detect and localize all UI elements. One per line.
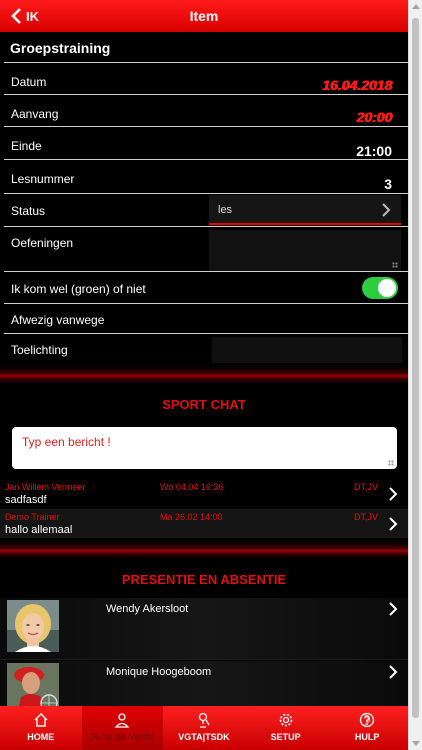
chat-tag: DT,JV (354, 482, 379, 492)
status-value: les (218, 204, 233, 216)
aanvang-value[interactable]: 20:00 (356, 109, 392, 125)
chat-title: SPORT CHAT (162, 397, 246, 412)
page-title: Item (189, 8, 219, 24)
einde-value[interactable]: 21:00 (356, 143, 392, 159)
scrollbar-thumb[interactable] (412, 18, 419, 718)
attendance-label: Ik kom wel (groen) of niet (11, 282, 146, 296)
attendance-row[interactable]: Ik kom wel (groen) of niet (4, 272, 408, 304)
chevron-right-icon (389, 517, 398, 531)
resize-grip[interactable] (392, 262, 398, 268)
chat-tag: DT,JV (354, 512, 379, 522)
chevron-right-icon (389, 602, 398, 616)
einde-label: Einde (11, 139, 42, 153)
avatar (7, 600, 59, 652)
tab-help[interactable]: HULP (326, 706, 408, 750)
chevron-right-icon (382, 203, 391, 217)
einde-row[interactable]: Einde 21:00 (4, 127, 408, 160)
tab-label: HOME (27, 732, 55, 742)
chat-message[interactable]: Demo Trainer Ma 26.02 14:00 DT,JV hallo … (0, 509, 408, 538)
chat-message-box[interactable] (12, 427, 397, 469)
tab-home[interactable]: HOME (0, 706, 82, 750)
chat-author: Jan Willem Vermeer (5, 482, 86, 492)
status-row[interactable]: Status les (4, 194, 408, 227)
afwezig-row[interactable]: Afwezig vanwege (4, 304, 408, 334)
aanvang-label: Aanvang (11, 107, 59, 121)
chat-author: Demo Trainer (5, 512, 60, 522)
gear-icon (279, 713, 292, 727)
resize-grip[interactable] (388, 460, 394, 466)
divider-band (0, 366, 408, 384)
chat-time: Wo 04.04 16:36 (160, 482, 224, 492)
chevron-right-icon (389, 665, 398, 679)
club-icon (198, 712, 210, 728)
tab-profile[interactable]: Nina de Vecht (81, 706, 164, 750)
tab-club[interactable]: VGTA|TSDK (163, 706, 245, 750)
toelichting-row[interactable]: Toelichting (4, 334, 408, 364)
toelichting-input[interactable] (212, 337, 402, 363)
chat-text: sadfasdf (5, 494, 47, 506)
datum-label: Datum (11, 75, 47, 89)
chat-time: Ma 26.02 14:00 (160, 512, 223, 522)
lesnummer-row[interactable]: Lesnummer 3 (4, 160, 408, 194)
chat-text: hallo allemaal (5, 524, 73, 536)
oefeningen-label: Oefeningen (11, 236, 74, 250)
scroll-up-arrow[interactable] (412, 4, 420, 9)
home-icon (34, 713, 48, 727)
person-name: Monique Hoogeboom (106, 666, 212, 678)
divider-band (0, 541, 408, 559)
attendance-toggle[interactable] (362, 277, 398, 299)
toggle-knob (378, 279, 396, 297)
chevron-right-icon (363, 712, 372, 728)
lesnummer-label: Lesnummer (11, 172, 75, 186)
tab-label: Nina de Vecht (91, 732, 154, 743)
chevron-right-icon (389, 487, 398, 501)
scroll-down-arrow[interactable] (412, 741, 420, 746)
afwezig-label: Afwezig vanwege (11, 313, 105, 327)
oefeningen-row[interactable]: Oefeningen (4, 227, 408, 272)
oefeningen-textarea[interactable] (209, 230, 401, 271)
section-title: Groepstraining (10, 40, 111, 56)
aanvang-row[interactable]: Aanvang 20:00 (4, 95, 408, 127)
lesnummer-value[interactable]: 3 (384, 176, 392, 192)
presence-title: PRESENTIE EN ABSENTIE (121, 572, 287, 587)
app-screen: IK Item Groepstraining Datum 16.04.2018 … (0, 0, 408, 750)
datum-value[interactable]: 16.04.2018 (322, 77, 392, 93)
chat-message[interactable]: Jan Willem Vermeer Wo 04.04 16:36 DT,JV … (0, 479, 408, 508)
tab-label: SETUP (270, 732, 301, 742)
tab-label: HULP (354, 732, 380, 742)
toelichting-label: Toelichting (11, 343, 68, 357)
person-row[interactable]: Wendy Akersloot (0, 598, 408, 660)
tab-bar: HOME Nina de Vecht VGTA|TSDK SETUP HULP (0, 706, 408, 750)
datum-row[interactable]: Datum 16.04.2018 (4, 63, 408, 95)
tab-setup[interactable]: SETUP (245, 706, 327, 750)
header-bar: IK Item (0, 0, 408, 32)
status-select[interactable]: les (209, 195, 401, 225)
person-name: Wendy Akersloot (106, 603, 189, 615)
user-icon (114, 713, 130, 728)
scrollbar[interactable] (408, 0, 422, 750)
status-label: Status (11, 204, 46, 218)
tab-label: VGTA|TSDK (178, 732, 230, 742)
chat-message-input[interactable] (12, 427, 397, 469)
